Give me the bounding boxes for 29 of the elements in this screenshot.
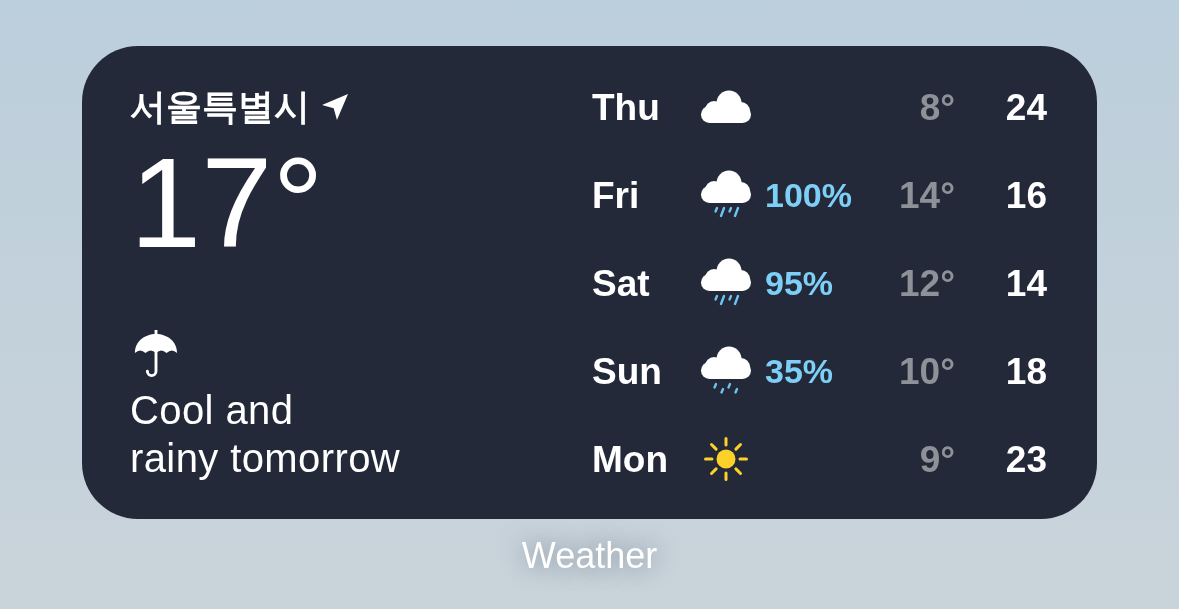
precipitation-chance: 100% — [765, 178, 852, 212]
umbrella-icon — [133, 330, 179, 378]
low-temperature: 14° — [899, 176, 955, 214]
day-label: Sun — [592, 352, 663, 390]
low-temperature: 8° — [919, 88, 955, 126]
day-label: Sat — [592, 264, 651, 302]
precipitation-chance: 35% — [765, 354, 834, 388]
cloud-icon — [700, 90, 752, 124]
high-temperature: 18 — [1005, 352, 1047, 390]
rain-cloud-icon — [700, 258, 752, 308]
low-temperature: 9° — [919, 440, 955, 478]
day-label: Thu — [592, 88, 661, 126]
high-temperature: 23 — [1005, 440, 1047, 478]
day-label: Mon — [592, 440, 670, 478]
app-label: Weather — [521, 537, 658, 575]
current-temperature: 17° — [130, 139, 324, 267]
low-temperature: 10° — [899, 352, 955, 390]
high-temperature: 24 — [1005, 88, 1047, 126]
high-temperature: 14 — [1005, 264, 1047, 302]
forecast-summary: Cool and rainy tomorrow — [130, 387, 401, 482]
sun-icon — [702, 435, 750, 483]
rain-cloud-icon — [700, 346, 752, 396]
location-name: 서울특별시 — [130, 89, 310, 125]
low-temperature: 12° — [899, 264, 955, 302]
precipitation-chance: 95% — [765, 266, 834, 300]
rain-cloud-icon — [700, 170, 752, 220]
high-temperature: 16 — [1005, 176, 1047, 214]
weather-widget[interactable]: 서울특별시 17° Cool and rainy tomorrow Thu 8° 24 Fri 100% 14° 16 Sat 95% 12° 14 Sun 35% 10° 18 Mon 9° 23 — [82, 46, 1097, 519]
day-label: Fri — [592, 176, 641, 214]
